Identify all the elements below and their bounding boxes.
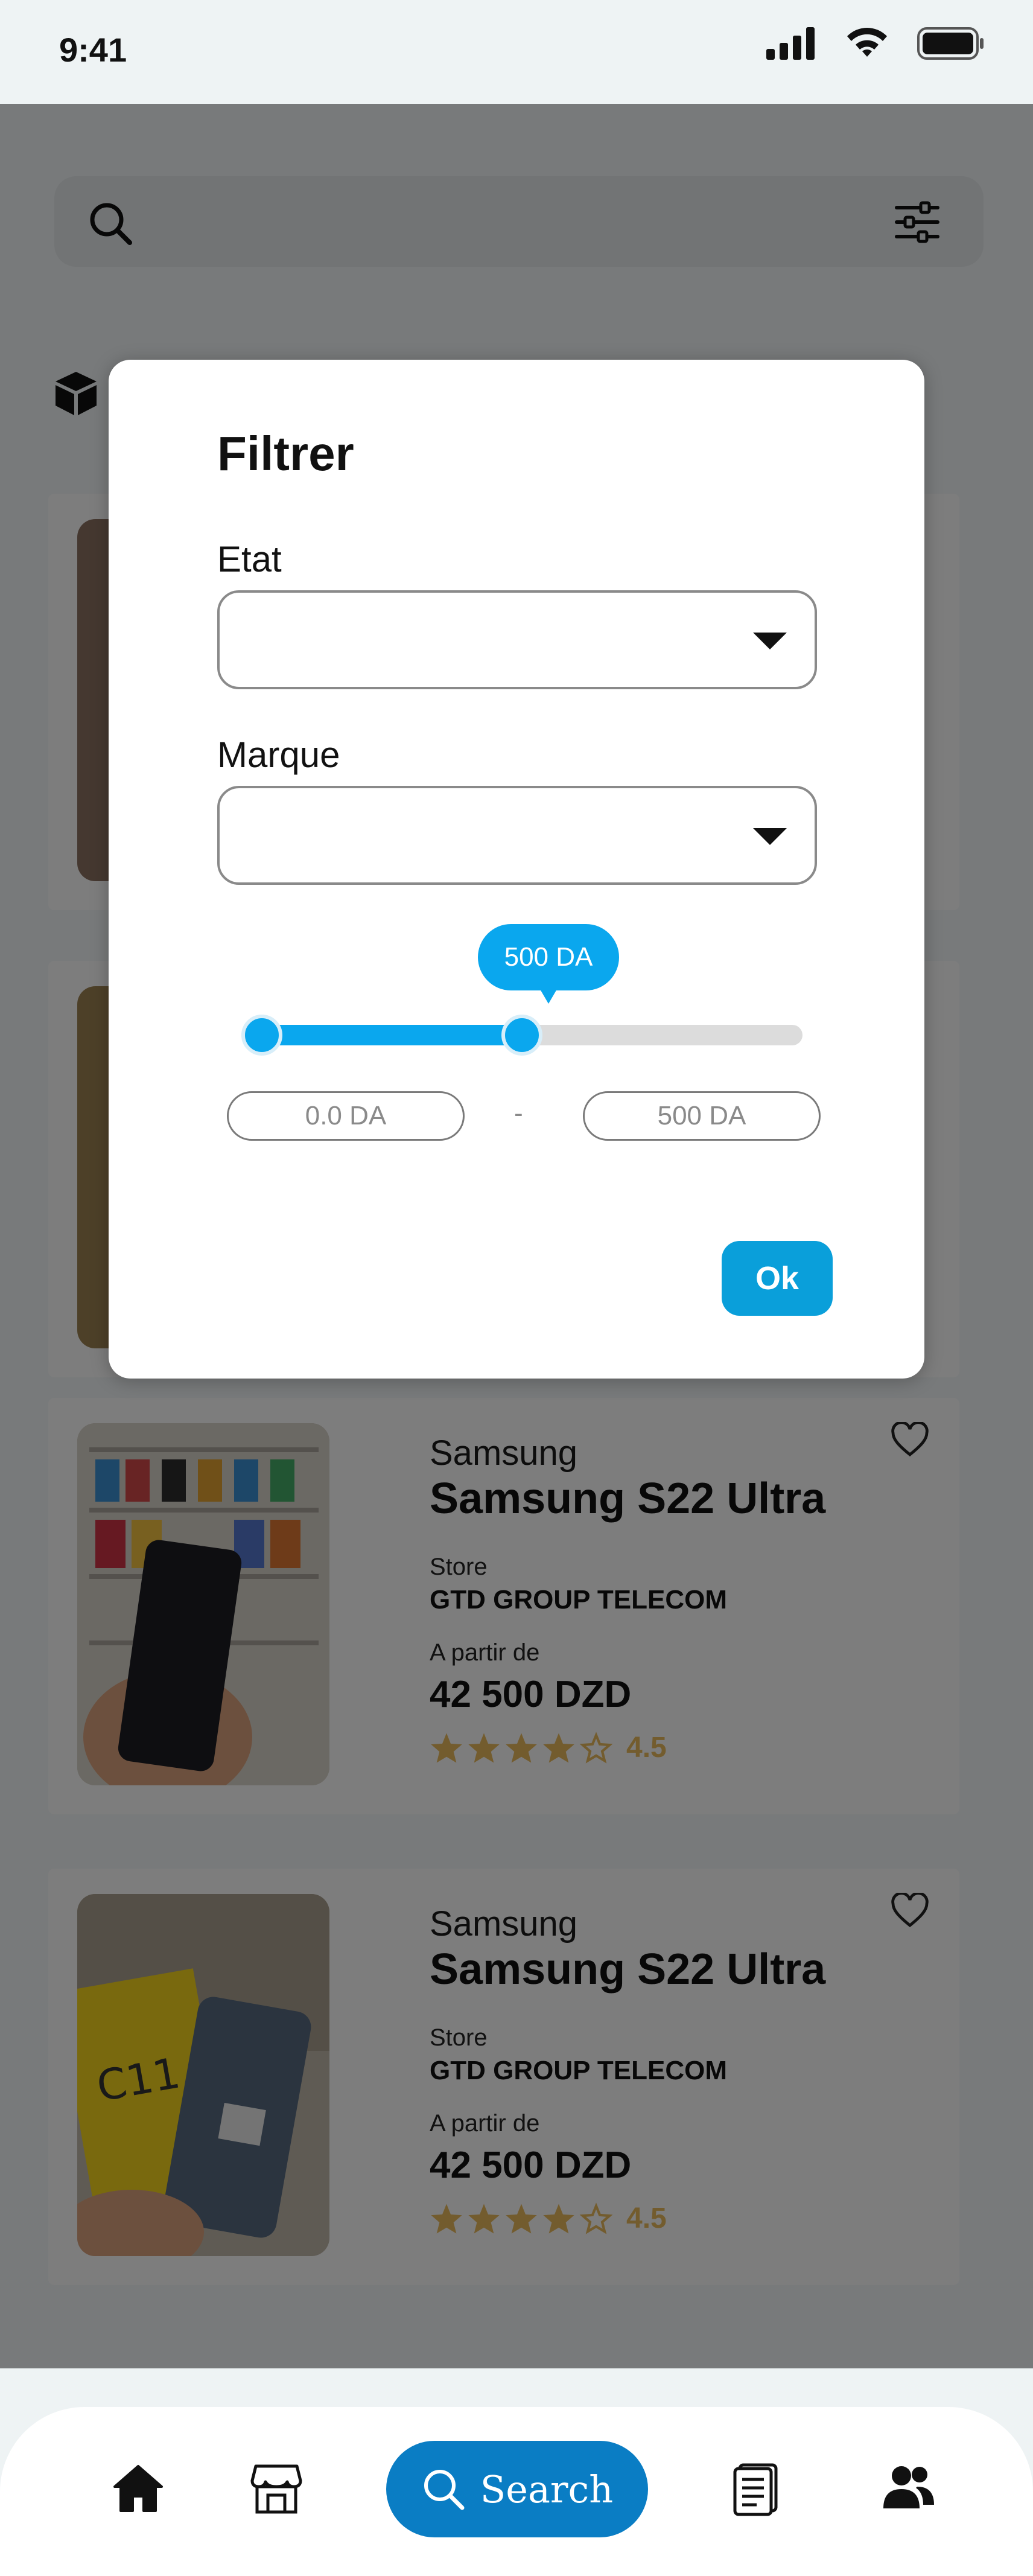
users-icon[interactable] [881, 2463, 935, 2511]
status-bar: 9:41 [0, 0, 1033, 104]
wifi-icon [847, 28, 887, 57]
filter-dialog: Filtrer Etat Marque 500 DA 0.0 DA - 500 … [109, 360, 924, 1379]
bottom-nav: Search [0, 2407, 1033, 2576]
store-icon[interactable] [250, 2463, 303, 2514]
orders-icon[interactable] [731, 2463, 780, 2517]
dropdown-caret-icon [753, 633, 787, 649]
etat-select[interactable] [217, 590, 817, 689]
price-slider-fill [262, 1025, 522, 1045]
range-separator: - [514, 1098, 523, 1128]
status-time: 9:41 [59, 31, 127, 69]
slider-max-handle[interactable] [501, 1015, 542, 1056]
signal-icon [766, 27, 815, 60]
search-nav-label: Search [480, 2467, 614, 2511]
max-price-field[interactable]: 500 DA [583, 1091, 821, 1141]
min-price-field[interactable]: 0.0 DA [227, 1091, 465, 1141]
marque-select[interactable] [217, 786, 817, 885]
search-icon [424, 2470, 465, 2510]
ok-button[interactable]: Ok [722, 1241, 833, 1316]
home-icon[interactable] [112, 2463, 164, 2514]
search-nav-button[interactable]: Search [386, 2441, 648, 2537]
dialog-title: Filtrer [217, 427, 354, 480]
battery-icon [917, 27, 984, 60]
slider-value-bubble: 500 DA [478, 924, 619, 1004]
status-icons [766, 27, 985, 60]
dropdown-caret-icon [753, 828, 787, 845]
slider-min-handle[interactable] [241, 1015, 282, 1056]
etat-label: Etat [217, 539, 282, 579]
marque-label: Marque [217, 735, 340, 775]
